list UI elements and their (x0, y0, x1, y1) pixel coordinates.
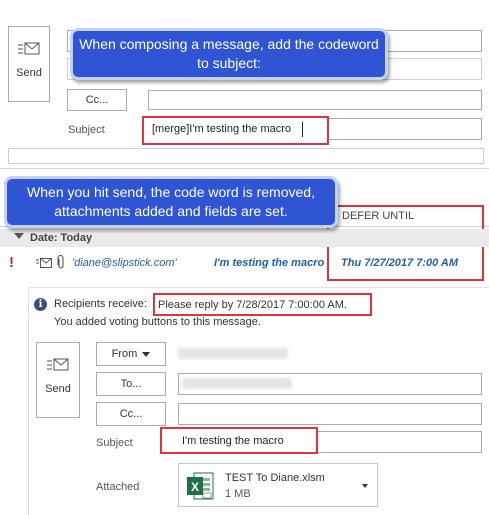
attachment-size: 1 MB (225, 488, 251, 500)
attachment-dropdown-icon[interactable] (362, 484, 368, 488)
sent-subject-value: I'm testing the macro (182, 435, 284, 447)
excel-file-icon: X (185, 471, 215, 504)
from-button[interactable]: From (96, 342, 166, 366)
sent-to-button[interactable]: To... (96, 372, 166, 396)
envelope-icon (36, 257, 52, 272)
row-subject: I'm testing the macro (214, 257, 325, 269)
attachment-card[interactable]: X TEST To Diane.xlsm 1 MB (178, 463, 378, 507)
sent-send-label: Send (45, 383, 71, 395)
date-group-label: Date: Today (30, 232, 93, 244)
svg-text:X: X (191, 480, 199, 494)
send-button[interactable]: Send (8, 26, 50, 102)
to-value-blurred (182, 378, 292, 389)
info-highlight-text: Please reply by 7/28/2017 7:00:00 AM. (158, 299, 347, 311)
from-value-blurred (178, 348, 288, 359)
body-field[interactable] (8, 148, 484, 164)
date-group-header[interactable]: Date: Today (0, 229, 489, 247)
defer-column-header[interactable]: DEFER UNTIL (342, 210, 414, 222)
sent-cc-field[interactable] (178, 403, 482, 425)
sent-send-button[interactable]: Send (36, 342, 80, 418)
row-to: 'diane@slipstick.com' (72, 257, 177, 269)
subject-label: Subject (68, 124, 105, 136)
sent-subject-label: Subject (96, 437, 133, 449)
cc-field[interactable] (148, 90, 482, 110)
info-icon: i (34, 298, 47, 311)
subject-value: [merge]I'm testing the macro (152, 123, 292, 135)
chevron-down-icon (142, 351, 151, 357)
info-highlight-box: Please reply by 7/28/2017 7:00:00 AM. (153, 293, 372, 316)
from-label: From (111, 348, 138, 360)
paperclip-icon (57, 254, 65, 272)
cc-button[interactable]: Cc... (67, 89, 127, 111)
attachment-name: TEST To Diane.xlsm (225, 472, 325, 484)
subject-highlight: [merge]I'm testing the macro (142, 116, 329, 145)
collapse-triangle-icon (14, 233, 24, 239)
attached-label: Attached (96, 481, 140, 493)
row-defer: Thu 7/27/2017 7:00 AM (341, 257, 458, 269)
text-caret (302, 122, 303, 137)
importance-high-icon: ! (9, 254, 14, 271)
sent-cc-button[interactable]: Cc... (96, 402, 166, 426)
sent-subject-highlight: I'm testing the macro (160, 427, 318, 454)
send-envelope-icon (9, 41, 49, 57)
callout-middle: When you hit send, the code word is remo… (4, 176, 338, 228)
sent-send-envelope-icon (37, 357, 79, 373)
callout-top: When composing a message, add the codewo… (70, 28, 388, 80)
table-row[interactable]: ! 'diane@slipstick.com' I'm testing the … (0, 250, 489, 276)
info-prefix: Recipients receive: (54, 298, 147, 310)
info-voting: You added voting buttons to this message… (54, 316, 261, 328)
send-button-label: Send (16, 67, 42, 79)
